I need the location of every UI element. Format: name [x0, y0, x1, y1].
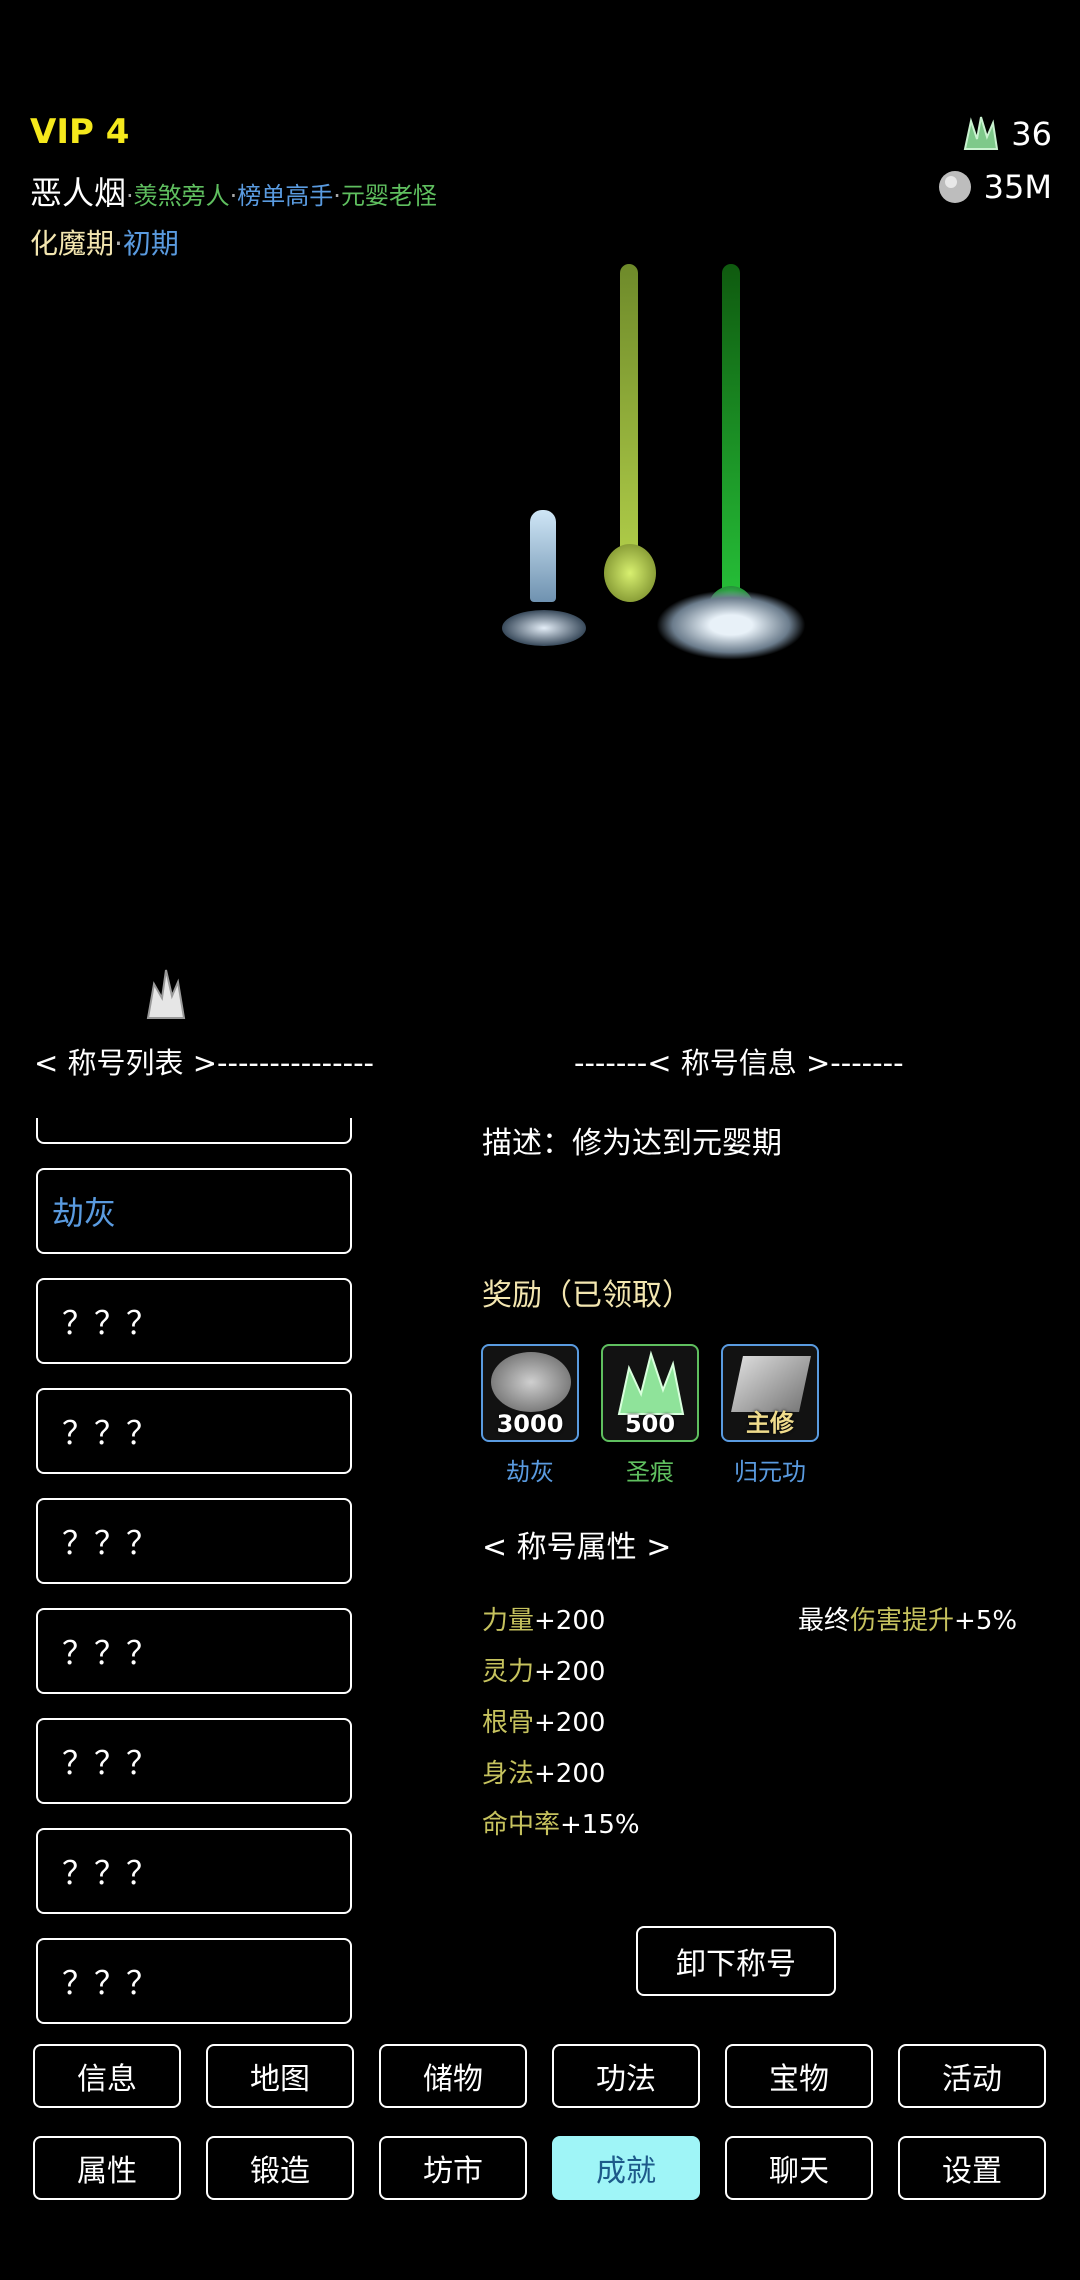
stat-strength: 力量+200	[482, 1606, 606, 1636]
reward-technique-item[interactable]: 主修	[721, 1344, 819, 1442]
title-description: 描述：修为达到元婴期	[482, 1126, 782, 1161]
title-1: 羡煞旁人	[133, 182, 230, 210]
reward-holy-mark-item[interactable]: 500	[601, 1344, 699, 1442]
nav-event-button[interactable]: 活动	[898, 2044, 1046, 2108]
silver-currency: 35M	[936, 168, 1052, 206]
yellow-orb	[604, 544, 656, 602]
battle-scene	[480, 260, 820, 680]
unequip-title-button[interactable]: 卸下称号	[636, 1926, 836, 1996]
title-list-item-locked[interactable]: ？？？	[36, 1608, 352, 1694]
title-list-item-partial[interactable]	[36, 1118, 352, 1144]
title-list-item-locked[interactable]: ？？？	[36, 1388, 352, 1474]
nav-map-button[interactable]: 地图	[206, 2044, 354, 2108]
nav-settings-button[interactable]: 设置	[898, 2136, 1046, 2200]
green-light-beam	[722, 264, 740, 614]
nav-achievement-button[interactable]: 成就	[552, 2136, 700, 2200]
jade-currency: 36	[961, 115, 1052, 153]
stat-agility: 身法+200	[482, 1759, 606, 1789]
ash-stone-icon	[491, 1352, 571, 1412]
jade-count: 36	[1011, 115, 1052, 153]
title-list-item-locked[interactable]: ？？？	[36, 1828, 352, 1914]
crystal-pet-icon	[146, 969, 186, 1019]
reward-label: 劫灰	[506, 1458, 554, 1486]
player-character-sprite	[530, 510, 556, 602]
silver-count: 35M	[983, 168, 1052, 206]
reward-label: 圣痕	[626, 1458, 674, 1486]
title-list-item-locked[interactable]: ？？？	[36, 1718, 352, 1804]
stat-hit-rate: 命中率+15%	[482, 1810, 640, 1840]
reward-ash-item[interactable]: 3000	[481, 1344, 579, 1442]
green-crystal-icon	[617, 1350, 685, 1415]
nav-attributes-button[interactable]: 属性	[33, 2136, 181, 2200]
player-mount-sprite	[502, 610, 586, 646]
nav-storage-button[interactable]: 储物	[379, 2044, 527, 2108]
nav-market-button[interactable]: 坊市	[379, 2136, 527, 2200]
title-list-item-locked[interactable]: ？？？	[36, 1498, 352, 1584]
reward-label: 归元功	[734, 1458, 806, 1486]
title-info-header: -------< 称号信息 >-------	[574, 1046, 904, 1080]
silver-coin-icon	[938, 171, 971, 203]
title-list-item-selected[interactable]: 劫灰	[36, 1168, 352, 1254]
realm: 化魔期	[30, 227, 115, 260]
realm-row: 化魔期·初期	[30, 227, 179, 260]
title-list[interactable]: 劫灰 ？？？ ？？？ ？？？ ？？？ ？？？ ？？？ ？？？	[36, 1118, 356, 2028]
realm-stage: 初期	[122, 227, 179, 260]
nav-info-button[interactable]: 信息	[33, 2044, 181, 2108]
enemy-spider-sprite	[656, 590, 806, 660]
attribute-heading: < 称号属性 >	[482, 1530, 672, 1565]
nav-forge-button[interactable]: 锻造	[206, 2136, 354, 2200]
vip-level: VIP 4	[30, 112, 130, 152]
nav-treasure-button[interactable]: 宝物	[725, 2044, 873, 2108]
nav-chat-button[interactable]: 聊天	[725, 2136, 873, 2200]
reward-heading: 奖励（已领取）	[482, 1278, 692, 1313]
nav-technique-button[interactable]: 功法	[552, 2044, 700, 2108]
title-2: 榜单高手	[237, 182, 334, 210]
title-3: 元婴老怪	[340, 182, 437, 210]
stat-final-damage: 最终伤害提升+5%	[798, 1606, 1018, 1636]
title-list-header: < 称号列表 >---------------	[34, 1046, 374, 1080]
jade-crystal-icon	[964, 116, 999, 150]
stat-constitution: 根骨+200	[482, 1708, 606, 1738]
player-name-row: 恶人烟·羡煞旁人·榜单高手·元婴老怪	[30, 174, 437, 212]
title-list-item-locked[interactable]: ？？？	[36, 1938, 352, 2024]
stat-spirit: 灵力+200	[482, 1657, 606, 1687]
player-name: 恶人烟	[30, 174, 127, 212]
title-list-item-locked[interactable]: ？？？	[36, 1278, 352, 1364]
